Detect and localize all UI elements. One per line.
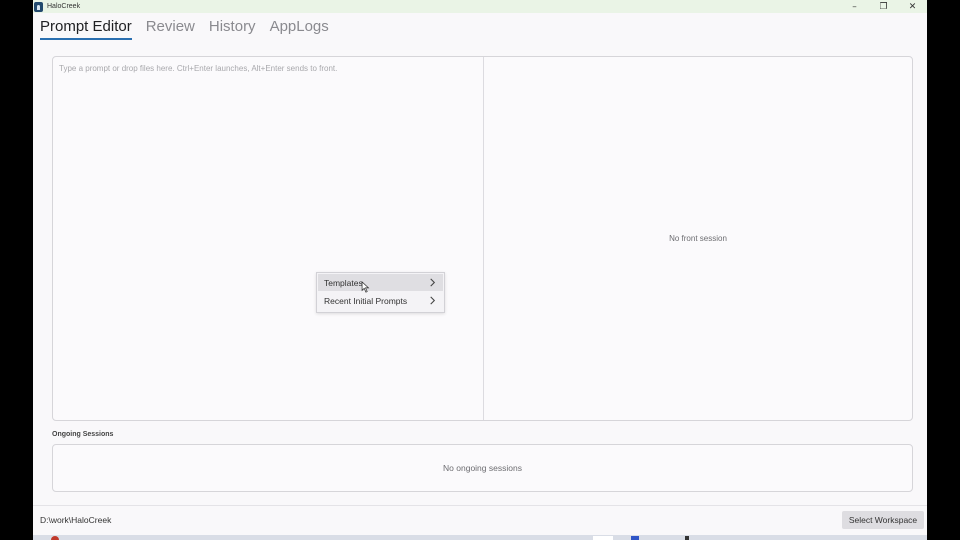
editor-container: Type a prompt or drop files here. Ctrl+E… (52, 56, 913, 421)
front-session-panel: No front session (484, 57, 912, 420)
app-window: HaloCreek – ❐ ✕ Prompt Editor Review His… (33, 0, 927, 540)
context-menu: Templates Recent Initial Prompts (316, 272, 445, 313)
minimize-button[interactable]: – (840, 0, 869, 13)
tab-review[interactable]: Review (146, 18, 195, 40)
workspace-path: D:\work\HaloCreek (40, 515, 112, 525)
prompt-placeholder: Type a prompt or drop files here. Ctrl+E… (59, 64, 338, 73)
prompt-input[interactable]: Type a prompt or drop files here. Ctrl+E… (53, 57, 484, 420)
ongoing-sessions-label: Ongoing Sessions (52, 431, 114, 438)
chevron-right-icon (430, 296, 436, 305)
ongoing-sessions-empty-text: No ongoing sessions (443, 463, 522, 473)
front-session-empty-text: No front session (669, 234, 727, 243)
tab-history[interactable]: History (209, 18, 256, 40)
taskbar-app-icon[interactable] (685, 536, 689, 540)
taskbar-app-icon[interactable] (631, 536, 639, 540)
taskbar-app-icon[interactable] (593, 536, 613, 540)
context-menu-item-recent-initial-prompts[interactable]: Recent Initial Prompts (318, 292, 443, 309)
window-title: HaloCreek (47, 3, 81, 10)
context-menu-item-label: Templates (324, 277, 363, 288)
chevron-right-icon (430, 278, 436, 287)
status-bar: D:\work\HaloCreek Select Workspace (33, 505, 927, 536)
restore-button[interactable]: ❐ (869, 0, 898, 13)
main-tabs: Prompt Editor Review History AppLogs (40, 18, 329, 40)
select-workspace-button[interactable]: Select Workspace (842, 511, 924, 529)
taskbar-edge (33, 535, 927, 540)
tab-applogs[interactable]: AppLogs (270, 18, 329, 40)
ongoing-sessions-panel: No ongoing sessions (52, 444, 913, 492)
tab-prompt-editor[interactable]: Prompt Editor (40, 18, 132, 40)
context-menu-item-label: Recent Initial Prompts (324, 295, 408, 306)
title-bar[interactable]: HaloCreek – ❐ ✕ (33, 0, 927, 13)
mouse-cursor-icon (361, 281, 370, 293)
app-logo-icon (34, 1, 43, 12)
window-controls: – ❐ ✕ (840, 0, 927, 13)
taskbar-app-icon[interactable] (51, 536, 59, 540)
close-button[interactable]: ✕ (898, 0, 927, 13)
context-menu-item-templates[interactable]: Templates (318, 274, 443, 291)
